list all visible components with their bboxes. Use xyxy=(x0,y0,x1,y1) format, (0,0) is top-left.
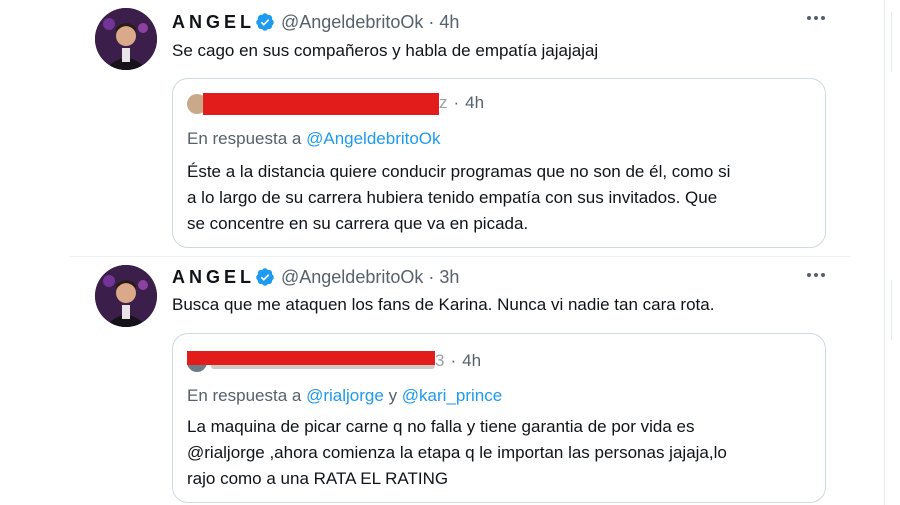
panel-divider xyxy=(891,12,900,72)
quoted-text-line: La maquina de picar carne q no falla y t… xyxy=(187,417,695,436)
quoted-tweet-text: Éste a la distancia quiere conducir prog… xyxy=(187,159,827,237)
quoted-text-line: @rialjorge ,ahora comienza la etapa q le… xyxy=(187,443,727,462)
author-name[interactable]: ANGEL xyxy=(172,12,255,33)
mention-link[interactable]: @rialjorge xyxy=(306,386,384,405)
more-options-icon[interactable] xyxy=(802,263,830,287)
separator-dot: · xyxy=(428,11,435,32)
quoted-text-line: a lo largo de su carrera hubiera tenido … xyxy=(187,188,718,207)
verified-badge-icon xyxy=(255,12,275,32)
avatar-image xyxy=(95,265,157,327)
quoted-tweet[interactable]: z · 4h En respuesta a @AngeldebritoOk Éste… xyxy=(172,78,826,248)
mention-link[interactable]: @AngeldebritoOk xyxy=(306,129,440,148)
verified-badge-icon xyxy=(255,267,275,287)
quoted-text-line: Éste a la distancia quiere conducir prog… xyxy=(187,162,731,181)
tweet-header: ANGEL @AngeldebritoOk · 4h xyxy=(172,10,459,34)
quoted-tweet[interactable]: 3 · 4h En respuesta a @rialjorge y @kari_p… xyxy=(172,333,826,503)
mention-link[interactable]: @kari_prince xyxy=(402,386,502,405)
avatar-image xyxy=(95,8,157,70)
avatar[interactable] xyxy=(95,8,157,70)
tweet[interactable]: ANGEL @AngeldebritoOk · 3h Busca que me … xyxy=(70,256,850,505)
quoted-timestamp: 4h xyxy=(465,93,485,112)
author-handle[interactable]: @AngeldebritoOk xyxy=(281,267,423,288)
tweet-text: Se cago en sus compañeros y habla de emp… xyxy=(172,41,599,60)
quoted-text-line: rajo como a una RATA EL RATING xyxy=(187,469,449,488)
quoted-tweet-text: La maquina de picar carne q no falla y t… xyxy=(187,414,827,492)
more-options-icon[interactable] xyxy=(802,6,830,30)
reply-context: En respuesta a @rialjorge y @kari_prince xyxy=(187,386,503,405)
tweet-text: Busca que me ataquen los fans de Karina.… xyxy=(172,295,715,314)
quoted-text-line: se concentre en su carrera que va en pic… xyxy=(187,214,529,233)
tweet-timestamp[interactable]: 4h xyxy=(439,12,459,33)
quoted-timestamp-group: z · 4h xyxy=(439,93,485,112)
author-handle[interactable]: @AngeldebritoOk xyxy=(281,12,423,33)
quoted-timestamp-group: 3 · 4h xyxy=(435,351,482,370)
reply-context: En respuesta a @AngeldebritoOk xyxy=(187,129,441,148)
redaction-bar xyxy=(203,93,439,115)
panel-divider xyxy=(891,280,900,340)
adjacent-panel-edge xyxy=(884,0,900,505)
separator-dot: · xyxy=(428,266,435,287)
avatar[interactable] xyxy=(95,265,157,327)
quoted-timestamp: 4h xyxy=(462,351,482,370)
tweet-header: ANGEL @AngeldebritoOk · 3h xyxy=(172,265,459,289)
tweet[interactable]: ANGEL @AngeldebritoOk · 4h Se cago en su… xyxy=(70,0,850,255)
author-name[interactable]: ANGEL xyxy=(172,267,255,288)
redaction-bar xyxy=(187,351,435,365)
tweet-timestamp[interactable]: 3h xyxy=(439,267,459,288)
